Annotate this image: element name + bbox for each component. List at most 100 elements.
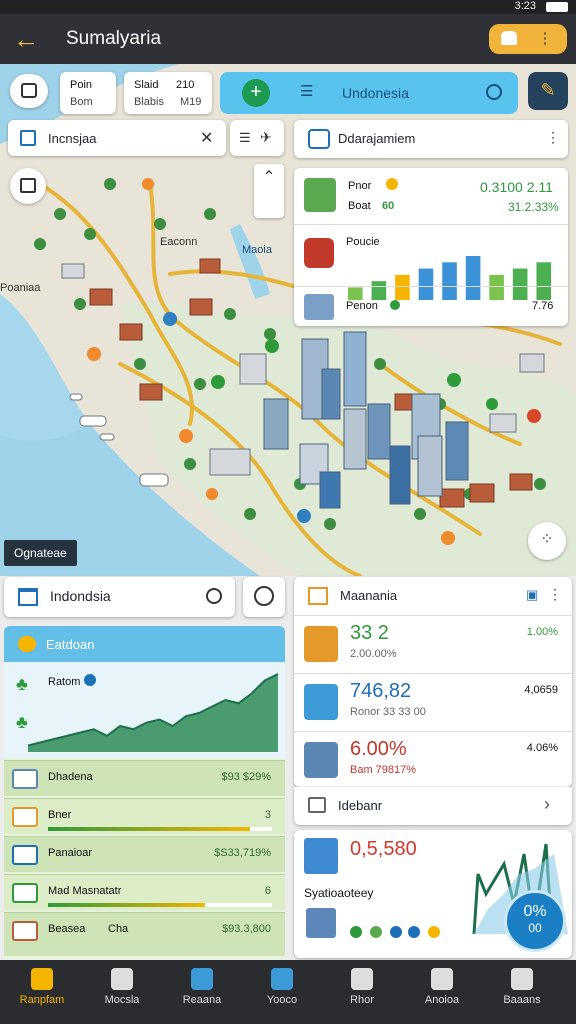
map-info-header[interactable]: Ddarajamiem ⋮ (294, 120, 568, 158)
summary-row[interactable]: Panaioar $S33,719% (4, 836, 285, 872)
more-icon[interactable]: ⋮ (546, 129, 560, 146)
alert-icon (111, 968, 133, 990)
summary-row[interactable]: Mad Masnatatr 6 (4, 874, 285, 910)
blocks-icon (304, 626, 338, 662)
map-label-b: Maoia (242, 244, 272, 256)
pin-tool-button[interactable]: ✎ (528, 72, 568, 110)
folder-icon (308, 587, 328, 605)
region-search[interactable]: Indondsia (4, 577, 235, 617)
nav-item[interactable]: Rhor (330, 968, 394, 1006)
chip-slaid-value: 210 (176, 79, 195, 91)
summary-row-label: Mad Masnatatr (48, 885, 122, 897)
divider (294, 224, 568, 225)
add-location-icon[interactable]: + (242, 79, 270, 107)
close-icon[interactable]: ✕ (200, 128, 213, 148)
nav-item[interactable]: Reaana (170, 968, 234, 1006)
stat-row[interactable]: 746,82 Ronor 33 33 00 4,0659 (294, 673, 572, 731)
map-chip-slaid[interactable]: Slaid 210 Blabis M19 (124, 72, 212, 114)
back-arrow-icon[interactable]: ← (10, 24, 42, 56)
nav-item[interactable]: Yooco (250, 968, 314, 1006)
progress-donut[interactable]: 0% 00 (504, 890, 566, 952)
overview-title: Eatdoan (46, 637, 95, 652)
stat-sub: 2.00.00% (350, 648, 397, 660)
nav-item[interactable]: Ranpfam (10, 968, 74, 1006)
summary-row-label: Panaioar (48, 847, 93, 859)
summary-row-sublabel: Cha (108, 923, 129, 935)
summary-card: 0,5,580 Syatioaoteey 0% 00 (294, 830, 572, 958)
progress-track (48, 827, 272, 831)
map-chip-poin[interactable]: Poin Bom (60, 72, 116, 114)
bar-mark (371, 281, 387, 300)
bar-mark (536, 262, 552, 300)
stat-value: 33 2 (350, 622, 389, 644)
overview-header: Eatdoan (4, 626, 285, 662)
locate-button[interactable]: ⁘ (528, 522, 566, 560)
nav-item[interactable]: Baaans (490, 968, 554, 1006)
plane-icon[interactable]: ✈ (260, 129, 272, 146)
building-icon (304, 294, 334, 320)
summary-row-value: 3 (264, 809, 271, 821)
chip-poin-label: Poin (70, 79, 93, 91)
chevron-right-icon: › (544, 794, 550, 814)
bar-chart (348, 256, 552, 300)
map-stats-card: Pnor Boat 60 0.3100 2.11 31.2.33% Poucie… (294, 168, 568, 326)
bar-mark (418, 268, 434, 300)
row2-label: Poucie (346, 236, 380, 248)
city-map[interactable]: Poin Bom Slaid 210 Blabis M19 + ☰ Undone… (0, 64, 576, 576)
city-icon (304, 742, 338, 778)
gift-icon (431, 968, 453, 990)
coin-icon (12, 807, 38, 827)
stat-value: 746,82 (350, 680, 412, 702)
donut-sub: 00 (528, 921, 542, 935)
legend-dot-blue2 (408, 926, 420, 938)
summary-row[interactable]: Beasea Cha $93.3,800 (4, 912, 285, 956)
map-tools[interactable]: ☰ ✈ (230, 120, 284, 156)
map-search-text: Undonesia (342, 85, 409, 101)
list-icon[interactable]: ☰ (239, 130, 251, 146)
export-icon[interactable]: ▣ (526, 587, 538, 603)
nav-item-label: Yooco (266, 994, 298, 1006)
map-layer-button[interactable] (10, 74, 48, 108)
map-legend-chip[interactable]: Ognateae (4, 540, 77, 566)
summary-row-value: $93.3,800 (222, 923, 271, 935)
menu-icon[interactable]: ☰ (300, 84, 320, 100)
map-location-label: Incnsjaa (48, 131, 97, 146)
status-time: 3:23 (514, 0, 536, 12)
row1-value: 0.3100 2.11 (480, 179, 553, 195)
nav-item-label: Ranpfam (19, 994, 65, 1006)
nav-item-label: Mocsla (104, 994, 140, 1006)
collapse-button[interactable]: ⌃ (254, 164, 284, 218)
search-icon[interactable] (206, 588, 222, 604)
palm-icon: ♣ (16, 712, 28, 732)
stat-row[interactable]: 33 2 2.00.00% 1.00% (294, 615, 572, 673)
header-actions-pill[interactable]: ⋮ (489, 24, 567, 54)
legend-dot-lightgreen (370, 926, 382, 938)
legend-dot-yellow (428, 926, 440, 938)
summary-row[interactable]: Dhadena $93 $29% (4, 760, 285, 796)
stat-row[interactable]: 6.00% Bam 79817% 4.06% (294, 731, 572, 789)
map-search-bar[interactable]: + ☰ Undonesia (220, 72, 518, 114)
map-location-field[interactable]: Incnsjaa ✕ (8, 120, 226, 156)
calendar-button[interactable] (10, 168, 46, 204)
stats-title: Maanania (340, 588, 398, 603)
nav-item[interactable]: Anoioa (410, 968, 474, 1006)
area-fill (28, 674, 278, 752)
palm-icon: ♣ (16, 674, 28, 694)
more-icon[interactable]: ⋮ (548, 586, 562, 603)
bar-mark (489, 274, 504, 300)
lock-icon[interactable] (501, 31, 517, 45)
search-icon[interactable] (486, 84, 502, 100)
sun-icon (18, 636, 36, 652)
more-icon[interactable]: ⋮ (535, 29, 555, 49)
summary-row-label: Beasea (48, 923, 86, 935)
summary-row[interactable]: Bner 3 (4, 798, 285, 834)
bar-mark (442, 262, 457, 300)
details-link[interactable]: Idebanr › (294, 787, 572, 825)
books-icon (306, 908, 336, 938)
stat-sub: Ronor 33 33 00 (350, 706, 426, 718)
nav-item[interactable]: Mocsla (90, 968, 154, 1006)
summary-row-value: $93 $29% (221, 771, 271, 783)
summary-row-label: Bner (48, 809, 72, 821)
compass-button[interactable] (243, 577, 285, 617)
report-icon (304, 838, 338, 874)
